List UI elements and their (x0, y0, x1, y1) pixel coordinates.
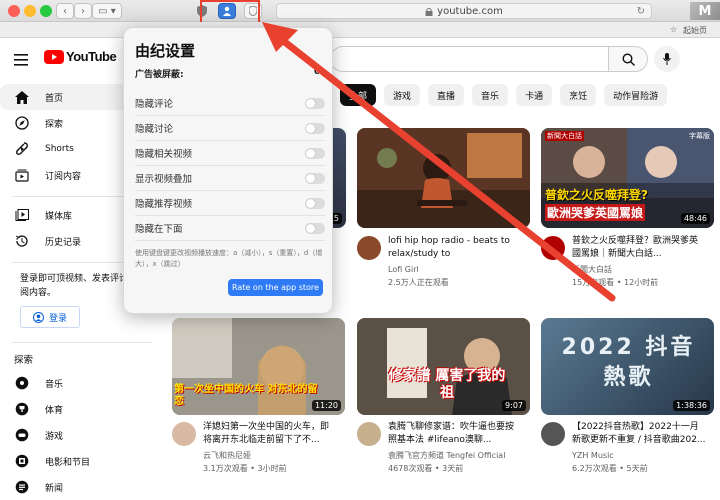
annotation-arrow (262, 22, 616, 302)
